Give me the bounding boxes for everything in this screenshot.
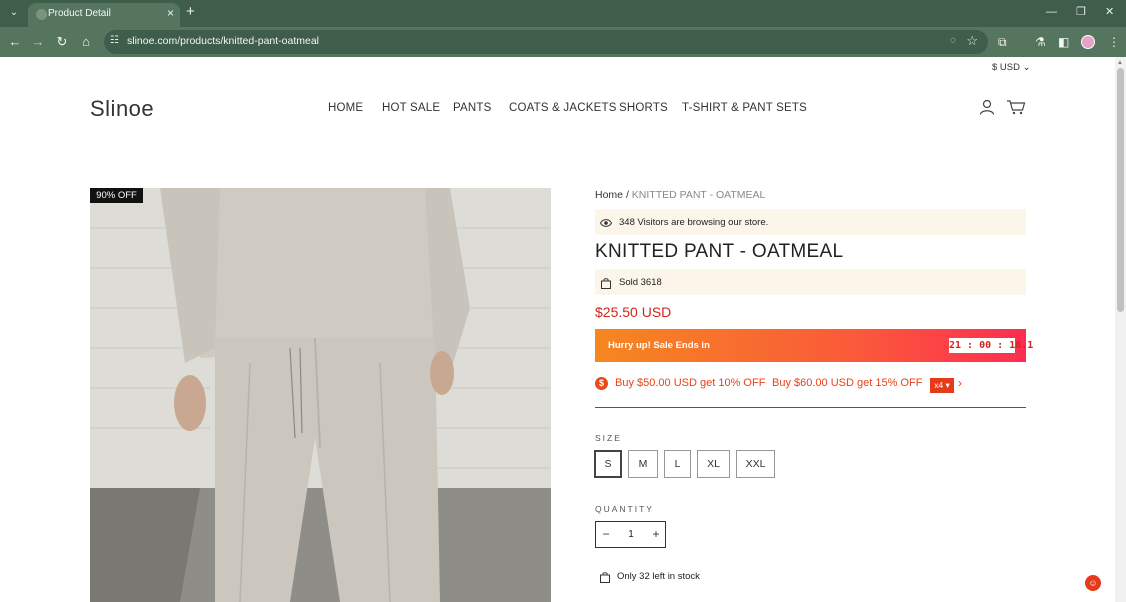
countdown-timer: 21 : 00 : 18.1	[949, 338, 1034, 353]
size-option-m[interactable]: M	[628, 450, 658, 478]
nav-shorts[interactable]: SHORTS	[619, 102, 668, 114]
offer-tier-1[interactable]: Buy $50.00 USD get 10% OFF	[615, 377, 765, 389]
chevron-down-icon: ⌄	[1022, 62, 1031, 73]
cart-icon[interactable]	[1006, 99, 1026, 120]
account-icon[interactable]	[979, 99, 995, 120]
quantity-input[interactable]: 1	[622, 529, 640, 540]
minimize-icon[interactable]: —	[1046, 5, 1057, 19]
offer-tier-2[interactable]: Buy $60.00 USD get 15% OFF	[772, 377, 922, 389]
visitors-text: 348 Visitors are browsing our store.	[619, 217, 769, 228]
quantity-stepper: − 1 +	[595, 521, 666, 548]
quantity-decrease-button[interactable]: −	[600, 527, 612, 541]
tab-favicon	[36, 9, 47, 20]
product-photo-illustration	[90, 188, 551, 602]
forward-icon[interactable]: →	[30, 34, 46, 50]
restore-icon[interactable]: ❐	[1076, 5, 1086, 19]
section-divider	[595, 407, 1026, 408]
scroll-thumb[interactable]	[1117, 68, 1124, 312]
sold-banner: Sold 3618	[595, 269, 1026, 295]
more-offers-badge[interactable]: x4 ▾	[930, 378, 954, 393]
breadcrumb-separator: /	[625, 189, 629, 201]
site-settings-icon[interactable]: ☷	[110, 35, 119, 46]
url-text[interactable]: slinoe.com/products/knitted-pant-oatmeal	[127, 35, 319, 47]
side-panel-icon[interactable]: ◧	[1058, 34, 1069, 50]
nav-tshirt-pant-sets[interactable]: T-SHIRT & PANT SETS	[682, 102, 807, 114]
breadcrumb: Home / KNITTED PANT - OATMEAL	[595, 189, 765, 201]
tab-title: Product Detail	[48, 8, 111, 19]
sale-countdown-bar: Hurry up! Sale Ends in 21 : 00 : 18.1	[595, 329, 1034, 362]
breadcrumb-home[interactable]: Home	[595, 189, 623, 201]
product-price: $25.50 USD	[595, 304, 672, 320]
browser-toolbar: ← → ↻ ⌂ ☷ slinoe.com/products/knitted-pa…	[0, 27, 1126, 57]
nav-home[interactable]: HOME	[328, 102, 363, 114]
address-bar[interactable]: ☷ slinoe.com/products/knitted-pant-oatme…	[104, 30, 988, 54]
visitors-banner: 348 Visitors are browsing our store.	[595, 209, 1026, 235]
sold-text: Sold 3618	[619, 277, 662, 288]
browser-tab-bar: ⌄ Product Detail × + — ❐ ✕	[0, 0, 1126, 27]
extensions-icon[interactable]: ⧉	[998, 34, 1007, 50]
bag-icon	[600, 570, 610, 588]
discount-icon: $	[595, 377, 608, 390]
store-logo[interactable]: Slinoe	[90, 96, 154, 122]
tab-search-icon[interactable]: ⌄	[6, 5, 22, 21]
labs-icon[interactable]: ⚗	[1035, 34, 1046, 50]
nav-hot-sale[interactable]: HOT SALE	[382, 102, 440, 114]
size-option-xxl[interactable]: XXL	[736, 450, 775, 478]
reload-icon[interactable]: ↻	[54, 34, 70, 50]
sale-message: Hurry up! Sale Ends in	[608, 340, 710, 351]
home-icon[interactable]: ⌂	[78, 34, 94, 50]
browser-tab[interactable]: Product Detail ×	[28, 3, 180, 27]
size-option-s[interactable]: S	[594, 450, 622, 478]
new-tab-button[interactable]: +	[186, 4, 195, 20]
stock-text: Only 32 left in stock	[617, 571, 700, 582]
back-icon[interactable]: ←	[7, 34, 23, 50]
quantity-label: QUANTITY	[595, 504, 654, 514]
currency-label: $ USD	[992, 62, 1020, 73]
scroll-up-icon[interactable]: ▲	[1117, 60, 1123, 66]
product-image[interactable]	[90, 188, 551, 602]
size-option-l[interactable]: L	[664, 450, 691, 478]
product-title: KNITTED PANT - OATMEAL	[595, 241, 844, 262]
breadcrumb-current: KNITTED PANT - OATMEAL	[631, 189, 766, 201]
eye-icon	[599, 215, 613, 233]
nav-coats-jackets[interactable]: COATS & JACKETS	[509, 102, 617, 114]
chevron-right-icon[interactable]: ›	[958, 377, 962, 390]
bag-icon	[601, 276, 611, 294]
eye-off-icon[interactable]: ◌	[950, 35, 956, 46]
size-label: SIZE	[595, 433, 622, 443]
support-widget-icon[interactable]: ☺	[1085, 575, 1101, 591]
discount-badge: 90% OFF	[90, 188, 143, 203]
menu-icon[interactable]: ⋮	[1108, 34, 1120, 50]
profile-avatar[interactable]	[1081, 35, 1095, 49]
nav-pants[interactable]: PANTS	[453, 102, 492, 114]
window-close-icon[interactable]: ✕	[1105, 5, 1114, 19]
tab-close-icon[interactable]: ×	[167, 6, 174, 20]
star-icon[interactable]: ☆	[966, 33, 978, 49]
currency-selector[interactable]: $ USD ⌄	[992, 62, 1031, 73]
quantity-increase-button[interactable]: +	[650, 527, 662, 541]
size-option-xl[interactable]: XL	[697, 450, 730, 478]
